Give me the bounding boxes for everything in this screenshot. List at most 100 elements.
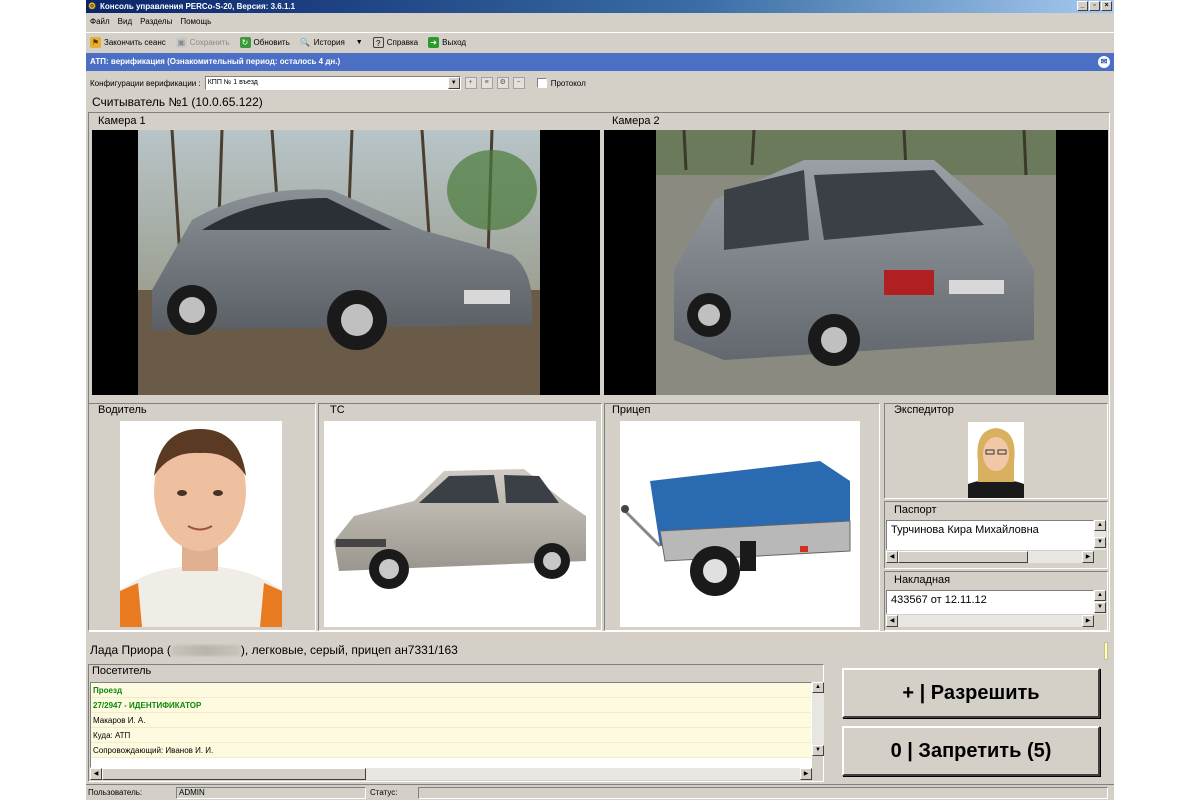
forwarder-photo	[968, 422, 1024, 498]
save-label: Сохранить	[189, 38, 230, 47]
window-title: Консоль управления PERCo-S-20, Версия: 3…	[100, 2, 296, 11]
passport-hscrollbar[interactable]: ◀ ▶	[886, 551, 1094, 563]
perco-console-window: ⚙ Консоль управления PERCo-S-20, Версия:…	[86, 0, 1114, 800]
menu-file[interactable]: Файл	[90, 17, 110, 26]
forwarder-portrait-image	[968, 428, 1024, 498]
driver-photo	[120, 421, 282, 627]
visitor-row-identifier: 27/2947 - ИДЕНТИФИКАТОР	[91, 698, 811, 713]
protocol-checkbox[interactable]	[536, 78, 547, 88]
vehicle-info-indicator	[1104, 642, 1108, 660]
invoice-vscrollbar[interactable]: ▲ ▼	[1094, 590, 1106, 614]
camera-1-image	[138, 130, 540, 395]
driver-label: Водитель	[98, 404, 147, 416]
user-label: Пользователь:	[88, 788, 143, 797]
passport-value: Турчинова Кира Михайловна	[891, 524, 1039, 536]
toolbar: ⚑ Закончить сеанс ▣ Сохранить ↻ Обновить…	[86, 32, 1114, 52]
scroll-thumb[interactable]	[102, 768, 366, 780]
allow-button[interactable]: + | Разрешить	[842, 668, 1100, 718]
exit-button[interactable]: ➜ Выход	[428, 37, 466, 48]
end-session-icon: ⚑	[90, 37, 101, 48]
vehicle-label: ТС	[330, 404, 345, 416]
history-dropdown-icon[interactable]: ▼	[356, 39, 363, 46]
menu-bar: Файл Вид Разделы Помощь	[86, 14, 1114, 28]
refresh-button[interactable]: ↻ Обновить	[239, 37, 290, 48]
restore-button[interactable]: ▫	[1089, 1, 1100, 11]
end-session-button[interactable]: ⚑ Закончить сеанс	[90, 37, 166, 48]
menu-view[interactable]: Вид	[118, 17, 132, 26]
scroll-right-icon[interactable]: ▶	[1082, 551, 1094, 563]
scroll-left-icon[interactable]: ◀	[886, 551, 898, 563]
scroll-right-icon[interactable]: ▶	[1082, 615, 1094, 627]
scroll-up-icon[interactable]: ▲	[1094, 590, 1106, 601]
section-header-text: АТП: верификация (Ознакомительный период…	[90, 57, 341, 66]
camera-2-label: Камера 2	[612, 115, 660, 127]
trailer-label: Прицеп	[612, 404, 651, 416]
save-button[interactable]: ▣ Сохранить	[175, 37, 230, 48]
add-config-icon[interactable]: +	[464, 77, 477, 89]
scroll-thumb[interactable]	[898, 551, 1028, 563]
section-header: АТП: верификация (Ознакомительный период…	[86, 53, 1114, 71]
trailer-photo	[620, 421, 860, 627]
minimize-button[interactable]: _	[1077, 1, 1088, 11]
scroll-down-icon[interactable]: ▼	[1094, 602, 1106, 613]
visitor-vscrollbar[interactable]: ▲ ▼	[812, 682, 824, 756]
perco-logo-icon: ⚙	[88, 1, 97, 11]
passport-vscrollbar[interactable]: ▲ ▼	[1094, 520, 1106, 550]
visitor-label: Посетитель	[92, 665, 152, 677]
visitor-row-passage: Проезд	[91, 683, 811, 698]
forwarder-label: Экспедитор	[894, 404, 954, 416]
status-label: Статус:	[370, 788, 398, 797]
visitor-row-escort: Сопровождающий: Иванов И. И.	[91, 743, 811, 758]
scroll-right-icon[interactable]: ▶	[800, 768, 812, 780]
edit-config-icon[interactable]: ≡	[480, 77, 493, 89]
visitor-list[interactable]: Проезд 27/2947 - ИДЕНТИФИКАТОР Макаров И…	[90, 682, 812, 768]
scroll-left-icon[interactable]: ◀	[90, 768, 102, 780]
end-session-label: Закончить сеанс	[104, 38, 166, 47]
camera-1-label: Камера 1	[98, 115, 146, 127]
vehicle-photo	[324, 421, 596, 627]
scroll-left-icon[interactable]: ◀	[886, 615, 898, 627]
settings-config-icon[interactable]: ⚙	[496, 77, 509, 89]
passport-field[interactable]: Турчинова Кира Михайловна	[886, 520, 1094, 550]
help-button[interactable]: ? Справка	[372, 37, 419, 48]
close-button[interactable]: ×	[1101, 1, 1112, 11]
visitor-row-destination: Куда: АТП	[91, 728, 811, 743]
visitor-hscrollbar[interactable]: ◀ ▶	[90, 768, 812, 780]
menu-sections[interactable]: Разделы	[140, 17, 172, 26]
deny-button[interactable]: 0 | Запретить (5)	[842, 726, 1100, 776]
vehicle-image	[334, 469, 586, 589]
vehicle-info-line: Лада Приора ( ), легковые, серый, прицеп …	[88, 640, 1106, 660]
invoice-label: Накладная	[894, 574, 951, 586]
history-button[interactable]: 🔍 История ▼	[300, 37, 363, 48]
vehicle-details-text: ), легковые, серый, прицеп ан7331/163	[240, 643, 458, 657]
info-icon[interactable]: ✉	[1098, 56, 1110, 68]
scroll-up-icon[interactable]: ▲	[812, 682, 824, 693]
scroll-down-icon[interactable]: ▼	[812, 745, 824, 756]
plate-redacted	[170, 645, 241, 657]
config-select[interactable]: КПП № 1 въезд ▼	[204, 76, 461, 90]
title-bar: ⚙ Консоль управления PERCo-S-20, Версия:…	[86, 0, 1114, 13]
menu-help[interactable]: Помощь	[180, 17, 211, 26]
refresh-icon: ↻	[239, 37, 251, 48]
save-icon: ▣	[175, 37, 187, 48]
scroll-down-icon[interactable]: ▼	[1094, 537, 1106, 548]
help-icon: ?	[372, 37, 384, 48]
invoice-value: 433567 от 12.11.12	[891, 594, 987, 606]
status-bar: Пользователь: ADMIN Статус:	[86, 784, 1114, 800]
config-bar: Конфигурации верификации : КПП № 1 въезд…	[86, 74, 1114, 92]
status-value	[418, 786, 1108, 799]
scroll-up-icon[interactable]: ▲	[1094, 520, 1106, 531]
passport-label: Паспорт	[894, 504, 937, 516]
refresh-label: Обновить	[253, 38, 290, 47]
visitor-row-name: Макаров И. А.	[91, 713, 811, 728]
config-select-value: КПП № 1 въезд	[207, 79, 258, 86]
invoice-hscrollbar[interactable]: ◀ ▶	[886, 615, 1094, 627]
chevron-down-icon[interactable]: ▼	[447, 77, 460, 89]
invoice-field[interactable]: 433567 от 12.11.12	[886, 590, 1094, 614]
vehicle-model-text: Лада Приора (	[90, 643, 171, 657]
driver-portrait-image	[120, 429, 282, 627]
camera-2-image	[656, 130, 1056, 395]
help-label: Справка	[386, 38, 419, 47]
protocol-label: Протокол	[550, 78, 586, 88]
delete-config-icon[interactable]: −	[512, 77, 525, 89]
